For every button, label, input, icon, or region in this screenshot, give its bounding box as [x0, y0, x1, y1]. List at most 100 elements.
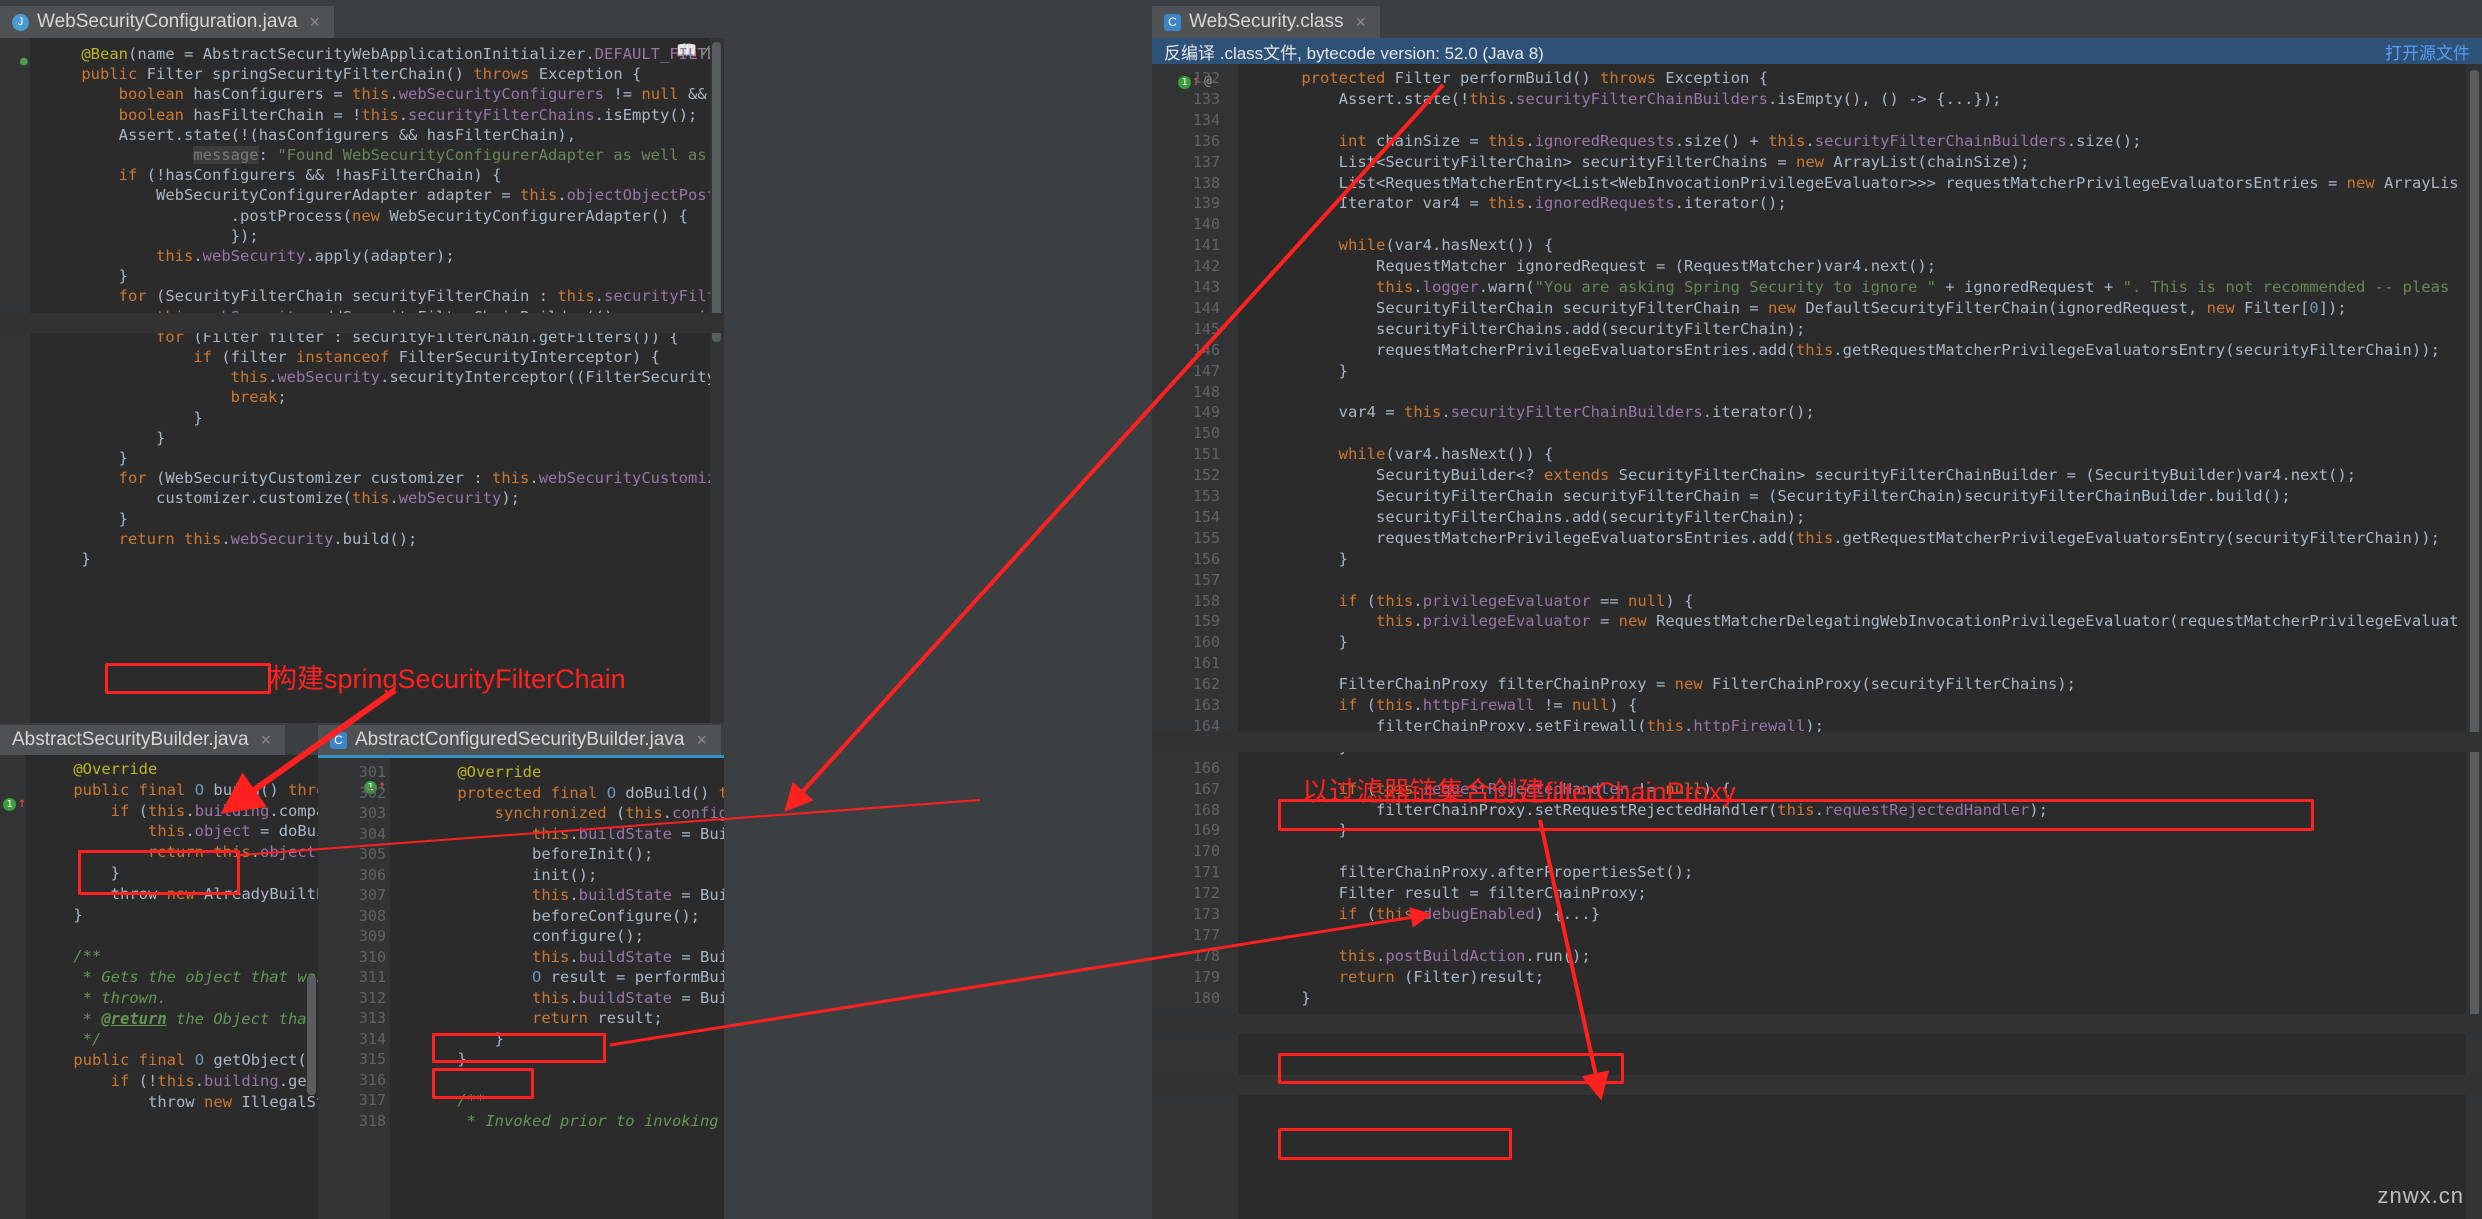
line-number: 168: [1192, 800, 1220, 819]
code-line: if (this.building.compareAndSet( expect:…: [36, 801, 318, 821]
line-number: 166: [1192, 758, 1220, 777]
code-line: this.logger.warn("You are asking Spring …: [1375, 278, 2450, 296]
breakpoint-icon[interactable]: 1: [3, 798, 16, 811]
code-line: boolean hasFilterChain = !this.securityF…: [118, 105, 698, 124]
class-file-icon: C: [330, 731, 347, 749]
close-icon[interactable]: ×: [310, 12, 321, 33]
tab-websecurityconfiguration-java[interactable]: J WebSecurityConfiguration.java ×: [0, 6, 335, 38]
line-number: 305: [358, 845, 386, 863]
tab-abstractconfiguredsecuritybuilder-java[interactable]: C AbstractConfiguredSecurityBuilder.java…: [318, 725, 722, 755]
java-file-icon: J: [12, 13, 29, 31]
line-number: 308: [358, 906, 386, 925]
line-number: 316: [358, 1070, 386, 1089]
line-number: 151: [1192, 445, 1220, 464]
code-line: FilterChainProxy filterChainProxy = new …: [1338, 675, 2076, 694]
code-line: }: [118, 267, 128, 286]
line-number: 160: [1192, 633, 1220, 652]
code-line: this.postBuildAction.run();: [1338, 946, 1591, 965]
left-bottom-scrollbar[interactable]: [307, 975, 316, 1095]
line-number: 170: [1192, 842, 1220, 861]
tabbar-left-top: J WebSecurityConfiguration.java ×: [0, 0, 724, 38]
tabbar-right: C WebSecurity.class ×: [1152, 0, 2482, 38]
code-line: throw new IllegalStateException("This ob…: [147, 1092, 318, 1111]
code-line: int chainSize = this.ignoredRequests.siz…: [1338, 131, 2142, 150]
code-line: @Override: [457, 763, 542, 781]
close-icon[interactable]: ×: [697, 730, 708, 751]
run-to-cursor-icon[interactable]: ↑: [18, 795, 26, 811]
open-source-file-link[interactable]: 打开源文件: [2385, 39, 2470, 64]
left-scrollbar[interactable]: [712, 42, 721, 342]
code-line: beforeInit();: [531, 845, 654, 863]
line-number: 153: [1192, 487, 1220, 505]
close-icon[interactable]: ×: [261, 730, 272, 751]
code-line: return this.object;: [147, 843, 318, 862]
close-icon[interactable]: ×: [1356, 12, 1367, 33]
line-number: 148: [1192, 382, 1220, 401]
line-number: 171: [1192, 863, 1220, 882]
line-number: 154: [1192, 507, 1220, 526]
code-line: this.buildState = BuildState.INITIALIZIN…: [531, 824, 724, 843]
code-line: public final O getObject() {: [73, 1051, 316, 1070]
line-number: 132: [1192, 69, 1220, 87]
tab-label: WebSecurity.class: [1189, 11, 1344, 32]
editor-websecurityconfiguration[interactable]: ● 📖 ✓ @Bean(name = AbstractSecurityWebAp…: [0, 38, 724, 723]
code-line: requestMatcherPrivilegeEvaluatorsEntries…: [1375, 340, 2440, 359]
code-line: @Override: [73, 760, 158, 778]
class-file-icon: C: [1164, 13, 1181, 31]
line-number: 180: [1192, 988, 1220, 1007]
tab-websecurity-class[interactable]: C WebSecurity.class ×: [1152, 6, 1381, 38]
code-line: SecurityFilterChain securityFilterChain …: [1375, 487, 2291, 505]
code-line: Assert.state(!(hasConfigurers && hasFilt…: [118, 125, 577, 144]
left-gutter: [0, 38, 30, 723]
line-number: 142: [1192, 257, 1220, 276]
right-scrollbar[interactable]: [2470, 70, 2479, 1020]
code-line: securityFilterChains.add(securityFilterC…: [1375, 319, 1806, 338]
code-line: if (!hasConfigurers && !hasFilterChain) …: [118, 166, 502, 185]
code-line: synchronized (this.configurers) {: [494, 804, 724, 822]
code-line: List<SecurityFilterChain> securityFilter…: [1338, 152, 2030, 171]
line-number: 313: [358, 1009, 386, 1027]
caret-line-highlight-2: [1152, 1014, 2482, 1035]
caret-line-highlight: [0, 313, 724, 334]
line-number: 167: [1192, 779, 1220, 798]
line-number: 173: [1192, 905, 1220, 923]
editor-abstractconfiguredsecuritybuilder[interactable]: 1 ↑ 📖 ✓ 301 @Override302 protected final…: [318, 758, 724, 1219]
tab-label: AbstractSecurityBuilder.java: [12, 729, 249, 750]
editor-abstractsecuritybuilder[interactable]: 1 ↑ @Override public final O build() thr…: [0, 755, 318, 1219]
line-number: 133: [1192, 89, 1220, 108]
code-line: Assert.state(!this.securityFilterChainBu…: [1338, 89, 2002, 108]
code-line: while(var4.hasNext()) {: [1338, 236, 1554, 255]
right-pane: C WebSecurity.class × 反编译 .class文件, byte…: [1152, 0, 2482, 1219]
code-line: SecurityBuilder<? extends SecurityFilter…: [1375, 466, 2357, 485]
decompiled-class-notice: 反编译 .class文件, bytecode version: 52.0 (Ja…: [1152, 38, 2482, 64]
code-line: }: [1301, 988, 1311, 1007]
code-line: }: [118, 509, 128, 528]
code-line: filterChainProxy.afterPropertiesSet();: [1338, 863, 1694, 882]
left-top-pane: J WebSecurityConfiguration.java × ● 📖 ✓ …: [0, 0, 724, 723]
line-number: 303: [358, 804, 386, 822]
line-number: 134: [1192, 110, 1220, 129]
code-line: * Gets the object that was built. If it …: [82, 968, 318, 986]
line-number: 309: [358, 927, 386, 945]
code-line: init();: [531, 865, 598, 884]
bean-gutter-icon[interactable]: ●: [20, 54, 28, 69]
code-line: if (filter instanceof FilterSecurityInte…: [193, 348, 661, 366]
code-line: }: [73, 905, 83, 924]
tab-abstractsecuritybuilder-java[interactable]: AbstractSecurityBuilder.java ×: [0, 725, 286, 755]
code-line: beforeConfigure();: [531, 906, 700, 925]
line-number: 318: [358, 1111, 386, 1130]
line-number: 147: [1192, 361, 1220, 380]
code-line: /**: [36, 947, 102, 966]
code-line: this.webSecurity.securityInterceptor((Fi…: [230, 368, 724, 387]
code-line: }: [1338, 361, 1348, 380]
line-number: 155: [1192, 528, 1220, 547]
caret-line-highlight-3: [1152, 1075, 2482, 1096]
code-line: for (SecurityFilterChain securityFilterC…: [118, 287, 724, 306]
code-line: }: [494, 1029, 504, 1048]
code-line: if (!this.building.get()) {: [110, 1072, 318, 1090]
editor-websecurity-class[interactable]: 1 ↑ @ 132 protected Filter performBuild(…: [1152, 64, 2482, 1219]
